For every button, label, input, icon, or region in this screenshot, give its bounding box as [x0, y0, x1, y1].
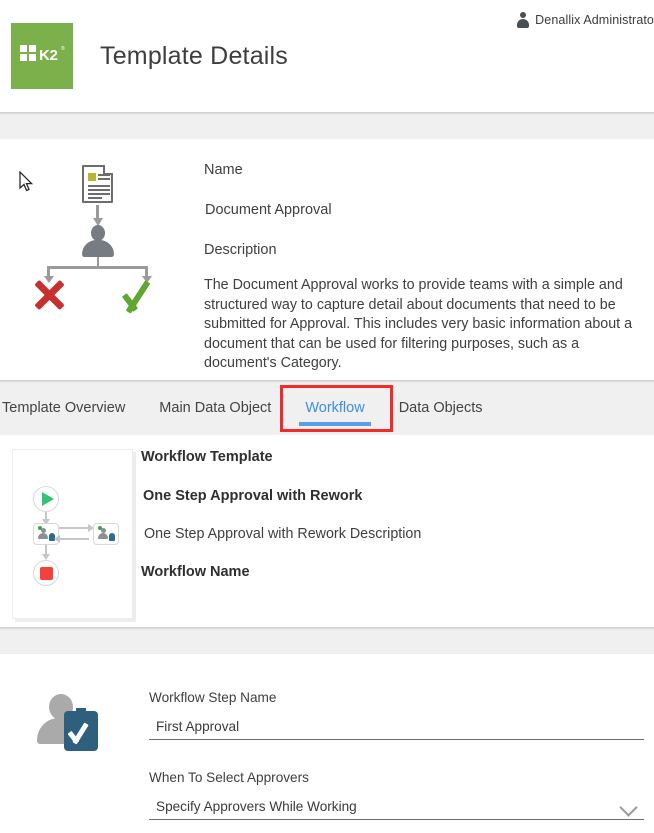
k2-logo[interactable]: K2 ®	[11, 23, 73, 89]
workflow-section: Workflow Template One Step Approval with…	[0, 435, 654, 627]
person-icon	[80, 225, 116, 257]
task-step-rework-icon	[93, 523, 119, 545]
tab-bar: Template Overview Main Data Object Workf…	[0, 380, 654, 435]
workflow-step-name-value[interactable]	[149, 719, 644, 734]
trademark-icon: ®	[61, 46, 65, 52]
page-header: Denallix Administrato K2 ® Template Deta…	[0, 0, 654, 112]
field-label: Workflow Step Name	[149, 690, 644, 705]
template-details-page: Denallix Administrato K2 ® Template Deta…	[0, 0, 654, 833]
workflow-diagram	[27, 486, 119, 586]
workflow-connector-down-2	[45, 545, 47, 555]
workflow-template-description: One Step Approval with Rework Descriptio…	[144, 526, 648, 542]
approval-flow-graphic	[25, 165, 170, 310]
green-check-icon	[123, 275, 163, 315]
tab-data-objects[interactable]: Data Objects	[382, 381, 500, 436]
approver-clipboard-icon	[37, 692, 99, 752]
field-workflow-step-name: Workflow Step Name	[149, 690, 644, 740]
workflow-template-name: One Step Approval with Rework	[143, 488, 648, 504]
workflow-name-label: Workflow Name	[141, 564, 648, 580]
overview-text-block: Name Document Approval Description The D…	[204, 162, 650, 374]
workflow-connector-right	[59, 527, 89, 529]
document-icon	[82, 165, 113, 203]
chevron-down-icon[interactable]	[618, 796, 638, 816]
workflow-step-form: Workflow Step Name When To Select Approv…	[0, 654, 654, 830]
tab-label: Template Overview	[2, 400, 125, 416]
tab-template-overview[interactable]: Template Overview	[0, 381, 142, 436]
k2-logo-text: K2	[39, 47, 58, 64]
red-x-icon	[32, 278, 66, 312]
workflow-step-name-input[interactable]	[149, 713, 644, 740]
section-divider-band	[0, 627, 654, 654]
field-label: When To Select Approvers	[149, 770, 644, 785]
header-divider-band	[0, 112, 654, 140]
tab-main-data-object[interactable]: Main Data Object	[142, 381, 288, 436]
name-label: Name	[204, 162, 650, 178]
template-overview-section: Name Document Approval Description The D…	[0, 140, 654, 380]
workflow-connector-down	[45, 512, 47, 520]
when-to-select-approvers-select[interactable]: Specify Approvers While Working	[149, 793, 644, 820]
workflow-preview-card[interactable]	[12, 449, 133, 619]
flow-arrow-reject-icon	[47, 268, 50, 277]
description-value: The Document Approval works to provide t…	[204, 276, 650, 374]
play-icon	[33, 486, 59, 512]
tab-label: Main Data Object	[159, 400, 271, 416]
user-name-label: Denallix Administrato	[535, 13, 654, 27]
flow-arrow-down-icon	[96, 205, 99, 219]
description-label: Description	[204, 242, 650, 258]
stop-icon	[33, 560, 59, 586]
name-value: Document Approval	[205, 202, 650, 218]
tab-workflow[interactable]: Workflow	[288, 381, 381, 436]
user-account[interactable]: Denallix Administrato	[516, 12, 654, 28]
flow-branch-bar	[47, 266, 148, 269]
when-to-select-approvers-value: Specify Approvers While Working	[149, 799, 618, 814]
k2-logo-mark: K2 ®	[20, 45, 64, 67]
workflow-template-label: Workflow Template	[141, 449, 648, 465]
mouse-cursor	[19, 171, 35, 193]
field-when-to-select-approvers: When To Select Approvers Specify Approve…	[149, 770, 644, 820]
workflow-connector-left	[59, 538, 89, 540]
tab-label: Data Objects	[399, 400, 483, 416]
tab-label: Workflow	[305, 400, 364, 416]
page-title: Template Details	[100, 42, 288, 71]
workflow-text-block: Workflow Template One Step Approval with…	[141, 449, 648, 580]
user-icon	[516, 12, 529, 28]
